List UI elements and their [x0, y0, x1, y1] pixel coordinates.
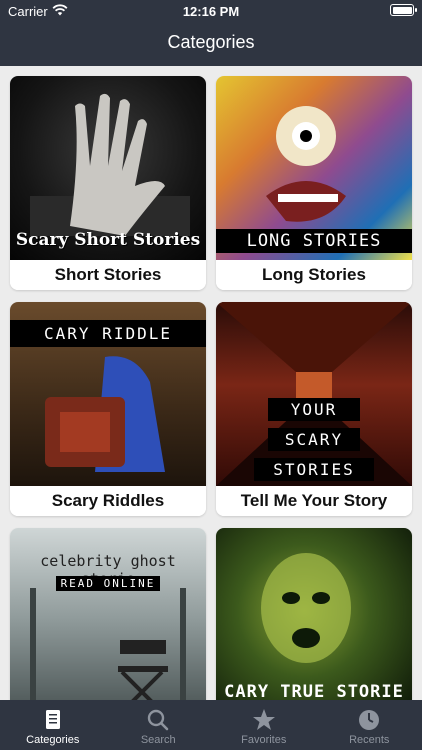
category-label: Tell Me Your Story: [216, 486, 412, 516]
navigation-bar: Carrier 12:16 PM Categories: [0, 0, 422, 66]
category-card-scary-true-stories[interactable]: CARY TRUE STORIE: [216, 528, 412, 700]
tab-favorites[interactable]: Favorites: [211, 700, 317, 750]
category-image: Scary Short Stories: [10, 76, 206, 260]
battery-icon: [390, 4, 417, 16]
search-icon: [148, 709, 169, 731]
category-image: celebrity ghost storie READ ONLINE: [10, 528, 206, 700]
category-card-tell-me-your-story[interactable]: YOUR SCARY STORIES Tell Me Your Story: [216, 302, 412, 516]
image-text: Scary Short Stories: [15, 230, 201, 250]
ghostly-face-illustration: [261, 553, 351, 663]
category-image: CARY RIDDLE: [10, 302, 206, 486]
category-grid: Scary Short Stories Short Stories LONG S…: [0, 66, 422, 700]
tab-label: Categories: [26, 734, 80, 746]
category-image: LONG STORIES: [216, 76, 412, 260]
tab-label: Recents: [349, 734, 390, 746]
clock-icon: [359, 710, 380, 730]
tab-categories[interactable]: Categories: [0, 700, 106, 750]
category-label: Scary Riddles: [10, 486, 206, 516]
category-image: YOUR SCARY STORIES: [216, 302, 412, 486]
star-icon: [252, 709, 275, 730]
image-text-line: SCARY: [268, 428, 360, 451]
image-text-line: YOUR: [268, 398, 360, 421]
image-text-line: STORIES: [254, 458, 374, 481]
category-label: Long Stories: [216, 260, 412, 290]
tab-label: Search: [140, 734, 176, 746]
status-time: 12:16 PM: [182, 4, 240, 19]
category-image: CARY TRUE STORIE: [216, 528, 412, 700]
tab-label: Favorites: [241, 734, 287, 746]
image-text: CARY RIDDLE: [10, 320, 206, 347]
image-text: CARY TRUE STORIE: [224, 682, 404, 700]
tab-bar: Categories Search Favorites Recents: [0, 700, 422, 750]
page-title: Categories: [167, 32, 255, 52]
category-label: Short Stories: [10, 260, 206, 290]
image-text: LONG STORIES: [216, 229, 412, 253]
tab-recents[interactable]: Recents: [317, 700, 422, 750]
category-card-long-stories[interactable]: LONG STORIES Long Stories: [216, 76, 412, 290]
category-card-celebrity-ghost-stories[interactable]: celebrity ghost storie READ ONLINE: [10, 528, 206, 700]
status-bar: Carrier 12:16 PM: [0, 0, 422, 22]
document-icon: [45, 710, 60, 729]
category-card-short-stories[interactable]: Scary Short Stories Short Stories: [10, 76, 206, 290]
category-card-scary-riddles[interactable]: CARY RIDDLE Scary Riddles: [10, 302, 206, 516]
image-text-line: READ ONLINE: [56, 576, 160, 591]
tab-search[interactable]: Search: [106, 700, 212, 750]
